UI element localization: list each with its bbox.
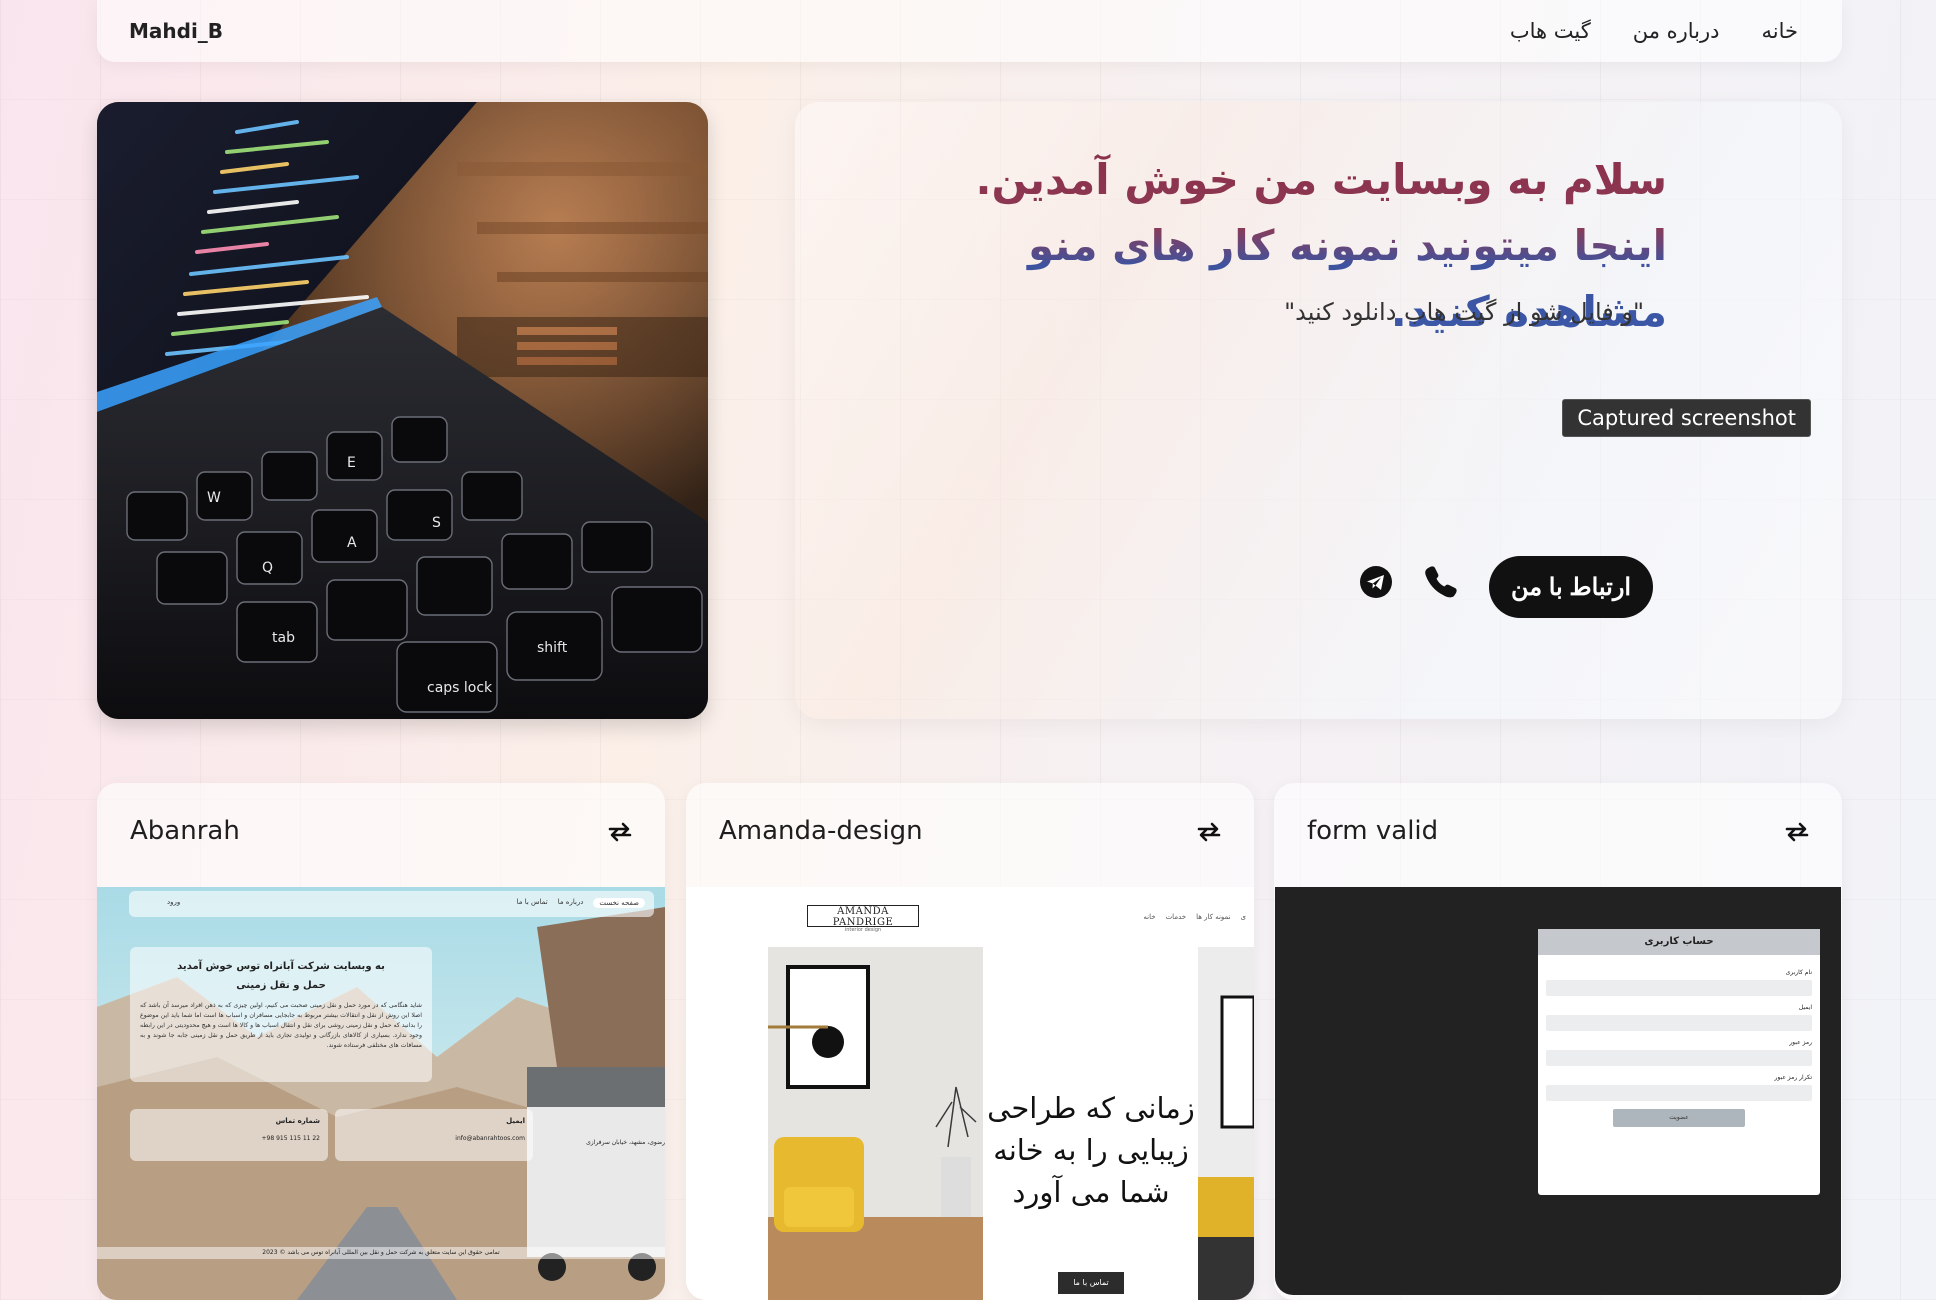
share-link-icon[interactable] xyxy=(1782,817,1812,847)
telegram-icon[interactable] xyxy=(1358,564,1394,600)
hero-intro-card: سلام به وبسایت من خوش آمدین. اینجا میتون… xyxy=(795,102,1842,719)
svg-text:Q: Q xyxy=(262,560,273,576)
mini-field-label: ایمیل xyxy=(1798,1004,1812,1011)
project-screenshot: حساب کاربری نام کاربری ایمیل رمز عبور تک… xyxy=(1275,887,1841,1295)
mini-login-link: ورود xyxy=(167,898,181,906)
mini-phone: +98 915 115 11 22 xyxy=(261,1135,320,1142)
mini-nav-item: صفحه نخست xyxy=(593,898,645,908)
nav-github[interactable]: گیت هاب xyxy=(1510,19,1591,43)
nav-about[interactable]: درباره من xyxy=(1633,19,1720,43)
nav-home[interactable]: خانه xyxy=(1762,19,1798,43)
top-navbar: Mahdi_B خانه درباره من گیت هاب xyxy=(97,0,1842,62)
project-card-form-valid[interactable]: form valid حساب کاربری نام کاربری ایمیل … xyxy=(1274,783,1842,1300)
mini-field-label: تکرار رمز عبور xyxy=(1774,1074,1812,1081)
hero-subtitle: "و فایل شو از گیت هاب دانلود کنید" xyxy=(1284,298,1644,326)
mini-hero-box: به وبسایت شرکت آبانراه توس خوش آمدید حمل… xyxy=(130,947,432,1082)
mini-footer: تمامی حقوق این سایت متعلق به شرکت حمل و … xyxy=(97,1247,665,1259)
brand-logo[interactable]: Mahdi_B xyxy=(129,19,223,43)
project-screenshot: صفحه نخست درباره ما تماس با ما ورود به و… xyxy=(97,887,665,1300)
mini-address: رضوی، مشهد، خیابان سرفرازی xyxy=(586,1139,665,1146)
svg-text:caps lock: caps lock xyxy=(427,680,493,696)
project-title: Amanda-design xyxy=(719,816,923,846)
hero-laptop-image: W E Q A S tab caps lock shift xyxy=(97,102,708,719)
svg-text:tab: tab xyxy=(272,630,295,646)
main-nav: خانه درباره من گیت هاب xyxy=(1510,19,1798,43)
mini-form-title: حساب کاربری xyxy=(1538,929,1820,955)
mini-field-label: رمز عبور xyxy=(1789,1039,1812,1046)
project-title: form valid xyxy=(1307,816,1439,846)
mini-nav-item: تماس با ما xyxy=(516,898,548,906)
contact-button[interactable]: ارتباط با من xyxy=(1489,556,1653,618)
mini-submit-button: عضویت xyxy=(1613,1109,1745,1127)
mini-email-box: ایمیل info@abanrahtoos.com xyxy=(335,1109,533,1161)
mini-subheading: حمل و نقل زمینی xyxy=(236,980,326,991)
mini-email: info@abanrahtoos.com xyxy=(455,1135,525,1142)
mini-signup-form: حساب کاربری نام کاربری ایمیل رمز عبور تک… xyxy=(1538,929,1820,1195)
mini-phone-label: شماره تماس xyxy=(275,1117,320,1125)
phone-icon[interactable] xyxy=(1421,562,1461,602)
mini-email-label: ایمیل xyxy=(506,1117,525,1125)
mini-field-label: نام کاربری xyxy=(1785,969,1812,976)
project-card-abanrah[interactable]: Abanrah صفحه نخست درباره ما تماس با ما و… xyxy=(97,783,665,1300)
project-card-amanda-design[interactable]: Amanda-design AMANDA PANDRIGE interior d… xyxy=(686,783,1254,1300)
share-link-icon[interactable] xyxy=(605,817,635,847)
project-title: Abanrah xyxy=(130,816,240,846)
svg-text:W: W xyxy=(207,490,221,506)
share-link-icon[interactable] xyxy=(1194,817,1224,847)
mini-phone-box: شماره تماس +98 915 115 11 22 xyxy=(130,1109,328,1161)
mini-nav-item: درباره ما xyxy=(557,898,584,906)
mini-body: شاید هنگامی که در مورد حمل و نقل زمینی ص… xyxy=(140,1002,422,1049)
project-screenshot: AMANDA PANDRIGE interior design ی نمونه … xyxy=(686,887,1254,1300)
svg-text:shift: shift xyxy=(537,640,568,656)
mini-cta-button: تماس با ما xyxy=(1058,1272,1124,1294)
svg-text:A: A xyxy=(347,535,357,551)
mini-heading: به وبسایت شرکت آبانراه توس خوش آمدید xyxy=(177,961,385,972)
svg-text:S: S xyxy=(432,515,441,531)
mini-headline: زمانی که طراحی زیبایی را به خانه شما می … xyxy=(987,1091,1195,1209)
svg-text:E: E xyxy=(347,455,356,471)
tooltip: Captured screenshot xyxy=(1562,399,1811,437)
